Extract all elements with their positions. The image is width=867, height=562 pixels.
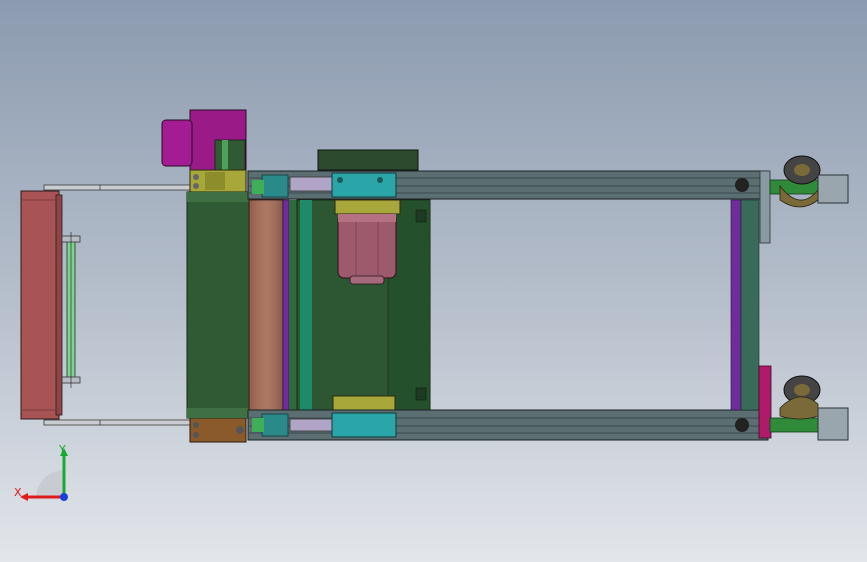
copper-roller [248,199,284,411]
top-bearing-block [189,169,247,193]
cad-viewport[interactable]: Y X [0,0,867,562]
conveyor-assembly-model[interactable] [0,0,867,562]
triad-plane [36,470,64,497]
bottom-rail [247,409,769,441]
top-caster-wheel [769,155,849,208]
guard-support-rods [43,184,193,426]
bottom-caster-wheel [769,375,849,441]
sight-tube [61,232,81,388]
y-axis-label: Y [58,443,66,456]
top-rail [247,170,769,200]
purple-guides-left [282,199,297,411]
bottom-mount [332,395,396,411]
bottom-bearing-block [189,417,247,443]
z-axis-dot [60,493,68,501]
coordinate-triad: Y X [14,443,68,501]
gearbox-motor-top [161,109,247,176]
right-end-bracket [759,170,771,244]
drive-roller [186,191,250,419]
x-axis-label: X [14,486,22,499]
left-guard-plate [20,190,63,420]
